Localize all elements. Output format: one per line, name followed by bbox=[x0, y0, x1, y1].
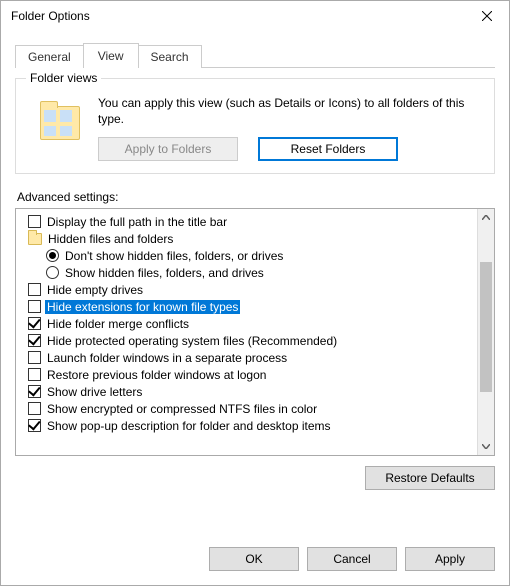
tree-item[interactable]: Show hidden files, folders, and drives bbox=[28, 264, 475, 281]
tree-item[interactable]: Hide empty drives bbox=[28, 281, 475, 298]
checkbox[interactable] bbox=[28, 283, 41, 296]
scroll-thumb[interactable] bbox=[480, 262, 492, 392]
tree-item[interactable]: Display the full path in the title bar bbox=[28, 213, 475, 230]
folder-views-icon bbox=[36, 99, 84, 147]
tab-view[interactable]: View bbox=[83, 43, 139, 68]
tree-item-label: Display the full path in the title bar bbox=[45, 215, 229, 229]
tree-item[interactable]: Don't show hidden files, folders, or dri… bbox=[28, 247, 475, 264]
tree-item-label: Restore previous folder windows at logon bbox=[45, 368, 268, 382]
tree-item-label: Show hidden files, folders, and drives bbox=[63, 266, 266, 280]
scroll-up-button[interactable] bbox=[478, 209, 494, 226]
checkbox[interactable] bbox=[28, 368, 41, 381]
folder-views-legend: Folder views bbox=[26, 71, 101, 85]
scroll-track[interactable] bbox=[478, 226, 494, 438]
dialog-footer: OK Cancel Apply bbox=[1, 537, 509, 585]
checkbox[interactable] bbox=[28, 385, 41, 398]
radio[interactable] bbox=[46, 266, 59, 279]
chevron-down-icon bbox=[482, 444, 490, 449]
tree-item-label: Hidden files and folders bbox=[46, 232, 175, 246]
folder-thumbnail-icon bbox=[40, 106, 80, 140]
checkbox[interactable] bbox=[28, 402, 41, 415]
tree-item-label: Launch folder windows in a separate proc… bbox=[45, 351, 289, 365]
tree-item[interactable]: Restore previous folder windows at logon bbox=[28, 366, 475, 383]
tree-item[interactable]: Hide extensions for known file types bbox=[28, 298, 475, 315]
checkbox[interactable] bbox=[28, 215, 41, 228]
folder-views-group: Folder views You can apply this view (su… bbox=[15, 78, 495, 174]
checkbox[interactable] bbox=[28, 334, 41, 347]
checkbox[interactable] bbox=[28, 351, 41, 364]
tree-item-label: Show drive letters bbox=[45, 385, 144, 399]
tree-item-label: Hide protected operating system files (R… bbox=[45, 334, 339, 348]
tabstrip: General View Search bbox=[1, 31, 509, 68]
tree-item[interactable]: Hidden files and folders bbox=[28, 230, 475, 247]
restore-defaults-button[interactable]: Restore Defaults bbox=[365, 466, 495, 490]
tree-item-label: Show pop-up description for folder and d… bbox=[45, 419, 333, 433]
tree-item-label: Hide folder merge conflicts bbox=[45, 317, 191, 331]
checkbox[interactable] bbox=[28, 300, 41, 313]
scrollbar[interactable] bbox=[477, 209, 494, 455]
tree-item-label: Don't show hidden files, folders, or dri… bbox=[63, 249, 285, 263]
advanced-settings-tree: Display the full path in the title bar Hi… bbox=[15, 208, 495, 456]
ok-button[interactable]: OK bbox=[209, 547, 299, 571]
apply-button[interactable]: Apply bbox=[405, 547, 495, 571]
tree-item[interactable]: Show drive letters bbox=[28, 383, 475, 400]
folder-icon bbox=[28, 233, 42, 245]
tree-item-label: Hide empty drives bbox=[45, 283, 145, 297]
tree-item[interactable]: Launch folder windows in a separate proc… bbox=[28, 349, 475, 366]
close-button[interactable] bbox=[467, 2, 507, 30]
tree-item[interactable]: Show pop-up description for folder and d… bbox=[28, 417, 475, 434]
tree-content[interactable]: Display the full path in the title bar Hi… bbox=[16, 209, 477, 455]
window-title: Folder Options bbox=[11, 9, 467, 23]
tree-item-label: Show encrypted or compressed NTFS files … bbox=[45, 402, 319, 416]
apply-to-folders-button: Apply to Folders bbox=[98, 137, 238, 161]
radio[interactable] bbox=[46, 249, 59, 262]
view-panel: Folder views You can apply this view (su… bbox=[15, 78, 495, 537]
scroll-down-button[interactable] bbox=[478, 438, 494, 455]
checkbox[interactable] bbox=[28, 419, 41, 432]
folder-views-desc: You can apply this view (such as Details… bbox=[98, 95, 482, 127]
tree-item-label: Hide extensions for known file types bbox=[45, 300, 240, 314]
tab-general[interactable]: General bbox=[15, 45, 84, 68]
cancel-button[interactable]: Cancel bbox=[307, 547, 397, 571]
checkbox[interactable] bbox=[28, 317, 41, 330]
tree-item[interactable]: Show encrypted or compressed NTFS files … bbox=[28, 400, 475, 417]
chevron-up-icon bbox=[482, 215, 490, 220]
titlebar: Folder Options bbox=[1, 1, 509, 31]
tree-item[interactable]: Hide protected operating system files (R… bbox=[28, 332, 475, 349]
tree-item[interactable]: Hide folder merge conflicts bbox=[28, 315, 475, 332]
reset-folders-button[interactable]: Reset Folders bbox=[258, 137, 398, 161]
close-icon bbox=[482, 11, 492, 21]
advanced-settings-label: Advanced settings: bbox=[17, 190, 495, 204]
tab-search[interactable]: Search bbox=[138, 45, 202, 68]
